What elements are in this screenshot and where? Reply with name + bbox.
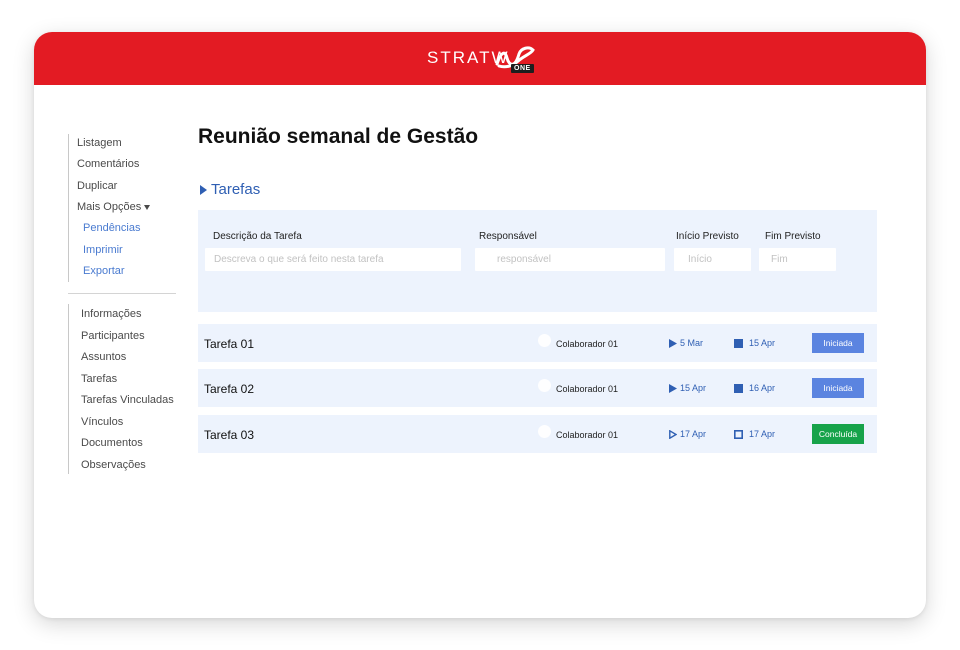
start-label: Início Previsto [676, 231, 739, 242]
sidebar-item-vinculos[interactable]: Vínculos [81, 416, 123, 428]
start-play-outline-icon [669, 430, 677, 439]
task-responsible: Colaborador 01 [556, 384, 619, 394]
sidebar-item-informacoes[interactable]: Informações [81, 308, 142, 320]
end-label: Fim Previsto [765, 231, 821, 242]
task-row[interactable]: Tarefa 02 Colaborador 01 15 Apr 16 Apr I… [198, 369, 877, 407]
page-title: Reunião semanal de Gestão [198, 125, 479, 148]
sidebar-item-participantes[interactable]: Participantes [81, 330, 145, 342]
task-responsible: Colaborador 01 [556, 339, 619, 349]
task-row[interactable]: Tarefa 01 Colaborador 01 5 Mar 15 Apr In… [198, 324, 877, 362]
avatar [538, 334, 551, 347]
task-responsible: Colaborador 01 [556, 430, 619, 440]
task-row[interactable]: Tarefa 03 Colaborador 01 17 Apr 17 Apr C… [198, 415, 877, 453]
desc-label: Descrição da Tarefa [213, 231, 302, 242]
sidebar-sections: Informações Participantes Assuntos Taref… [68, 304, 188, 474]
sidebar-item-listagem[interactable]: Listagem [77, 137, 122, 149]
section-title: Tarefas [211, 181, 261, 198]
sidebar-actions: Listagem Comentários Duplicar Mais Opçõe… [68, 134, 188, 282]
new-task-form: Descrição da Tarefa Responsável Início P… [198, 210, 877, 312]
start-play-icon [669, 384, 677, 393]
task-start-date: 15 Apr [680, 383, 707, 393]
end-square-outline-icon [734, 430, 743, 439]
sidebar-item-documentos[interactable]: Documentos [81, 437, 143, 449]
brand-logo[interactable]: STRATW ONE [427, 44, 537, 76]
start-date-input[interactable] [674, 248, 751, 271]
status-badge[interactable]: Iniciada [812, 333, 864, 353]
task-name: Tarefa 01 [204, 337, 255, 351]
sidebar-item-assuntos[interactable]: Assuntos [81, 351, 126, 363]
caret-down-icon [144, 204, 151, 210]
end-square-icon [734, 384, 743, 393]
expand-triangle-icon [200, 184, 207, 195]
end-square-icon [734, 339, 743, 348]
task-end-date: 17 Apr [749, 429, 776, 439]
task-start-date: 17 Apr [680, 429, 707, 439]
task-name: Tarefa 02 [204, 382, 255, 396]
sidebar-item-observacoes[interactable]: Observações [81, 459, 146, 471]
avatar [538, 379, 551, 392]
responsible-input[interactable] [475, 248, 665, 271]
task-description-input[interactable] [205, 248, 461, 271]
top-bar: STRATW ONE [34, 32, 926, 85]
sidebar-item-tarefas-vinculadas[interactable]: Tarefas Vinculadas [81, 394, 174, 406]
sidebar-item-mais-opcoes[interactable]: Mais Opções [77, 201, 151, 213]
status-badge[interactable]: Concluída [812, 424, 864, 444]
end-date-input[interactable] [759, 248, 836, 271]
start-play-icon [669, 339, 677, 348]
sidebar-item-duplicar[interactable]: Duplicar [77, 180, 117, 192]
submenu-item-exportar[interactable]: Exportar [83, 265, 125, 277]
task-name: Tarefa 03 [204, 428, 255, 442]
logo-badge: ONE [511, 64, 534, 73]
sidebar-item-comentarios[interactable]: Comentários [77, 158, 139, 170]
sidebar-divider [68, 293, 176, 294]
avatar [538, 425, 551, 438]
sidebar-item-mais-opcoes-label: Mais Opções [77, 201, 142, 213]
resp-label: Responsável [479, 231, 537, 242]
submenu-item-pendencias[interactable]: Pendências [83, 222, 141, 234]
status-badge[interactable]: Iniciada [812, 378, 864, 398]
task-end-date: 16 Apr [749, 383, 776, 393]
section-header-tarefas[interactable]: Tarefas [200, 181, 260, 198]
submenu-item-imprimir[interactable]: Imprimir [83, 244, 123, 256]
sidebar-item-tarefas[interactable]: Tarefas [81, 373, 117, 385]
task-end-date: 15 Apr [749, 338, 776, 348]
task-start-date: 5 Mar [680, 338, 704, 348]
